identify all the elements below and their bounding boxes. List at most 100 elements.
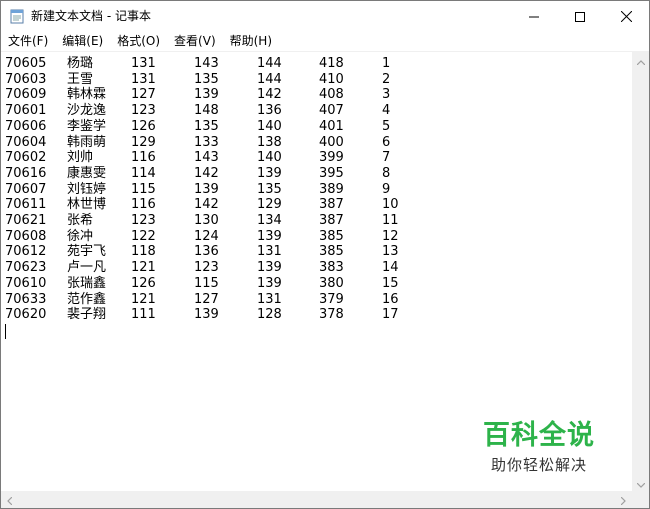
score-3: 131 bbox=[257, 244, 282, 260]
student-id: 70606 bbox=[5, 118, 47, 134]
score-1: 116 bbox=[131, 150, 156, 166]
total-score: 389 bbox=[319, 181, 344, 197]
score-1: 121 bbox=[131, 291, 156, 307]
horizontal-scrollbar[interactable] bbox=[1, 491, 632, 508]
score-3: 144 bbox=[257, 56, 282, 71]
score-2: 130 bbox=[194, 213, 219, 228]
score-2: 135 bbox=[194, 71, 219, 87]
total-score: 387 bbox=[319, 197, 344, 213]
score-3: 144 bbox=[257, 71, 282, 87]
score-1: 131 bbox=[131, 71, 156, 87]
rank: 12 bbox=[382, 228, 399, 244]
score-2: 143 bbox=[194, 56, 219, 71]
student-name: 张瑞鑫 bbox=[67, 275, 107, 291]
scroll-right-button[interactable] bbox=[615, 491, 632, 508]
text-line: 70608 徐冲 122 124 139 385 12 bbox=[1, 229, 621, 245]
text-line: 70609 韩林霖 127 139 142 408 3 bbox=[1, 87, 621, 103]
rank: 8 bbox=[382, 165, 391, 181]
total-score: 408 bbox=[319, 87, 344, 103]
score-3: 139 bbox=[257, 260, 282, 276]
student-name: 裴子翔 bbox=[67, 307, 107, 323]
notepad-icon[interactable] bbox=[10, 8, 24, 24]
text-line: 70633 范作鑫 121 127 131 379 16 bbox=[1, 292, 621, 308]
student-id: 70611 bbox=[5, 197, 47, 213]
chevron-left-icon bbox=[7, 490, 13, 509]
rank: 17 bbox=[382, 307, 399, 323]
student-name: 刘钰婷 bbox=[67, 181, 107, 197]
score-2: 139 bbox=[194, 181, 219, 197]
text-line: 70612 苑宇飞 118 136 131 385 13 bbox=[1, 244, 621, 260]
score-1: 111 bbox=[131, 307, 156, 323]
student-id: 70612 bbox=[5, 244, 47, 260]
student-id: 70621 bbox=[5, 213, 47, 228]
student-name: 刘帅 bbox=[67, 150, 94, 166]
menu-file[interactable]: 文件(F) bbox=[1, 31, 55, 51]
score-3: 131 bbox=[257, 291, 282, 307]
total-score: 410 bbox=[319, 71, 344, 87]
total-score: 387 bbox=[319, 213, 344, 228]
rank: 11 bbox=[382, 213, 399, 228]
total-score: 383 bbox=[319, 260, 344, 276]
menu-bar: 文件(F) 编辑(E) 格式(O) 查看(V) 帮助(H) bbox=[1, 31, 649, 51]
score-3: 139 bbox=[257, 228, 282, 244]
minimize-button[interactable] bbox=[511, 1, 557, 31]
minimize-icon bbox=[529, 7, 539, 26]
student-name: 苑宇飞 bbox=[67, 244, 107, 260]
total-score: 385 bbox=[319, 228, 344, 244]
maximize-icon bbox=[575, 7, 585, 26]
scroll-down-button[interactable] bbox=[632, 474, 649, 491]
close-icon bbox=[620, 7, 632, 26]
text-line: 70621 张希 123 130 134 387 11 bbox=[1, 213, 621, 229]
student-id: 70604 bbox=[5, 134, 47, 150]
score-2: 142 bbox=[194, 197, 219, 213]
score-3: 138 bbox=[257, 134, 282, 150]
score-1: 123 bbox=[131, 103, 156, 119]
score-3: 142 bbox=[257, 87, 282, 103]
menu-help[interactable]: 帮助(H) bbox=[223, 31, 279, 51]
rank: 1 bbox=[382, 56, 391, 71]
score-2: 143 bbox=[194, 150, 219, 166]
vertical-scrollbar[interactable] bbox=[632, 51, 649, 491]
student-id: 70605 bbox=[5, 56, 47, 71]
score-3: 128 bbox=[257, 307, 282, 323]
student-name: 徐冲 bbox=[67, 228, 94, 244]
title-bar[interactable]: 新建文本文档 - 记事本 bbox=[1, 1, 649, 31]
menu-format[interactable]: 格式(O) bbox=[110, 31, 167, 51]
score-1: 122 bbox=[131, 228, 156, 244]
maximize-button[interactable] bbox=[557, 1, 603, 31]
student-id: 70623 bbox=[5, 260, 47, 276]
score-2: 139 bbox=[194, 87, 219, 103]
rank: 4 bbox=[382, 103, 391, 119]
text-line: 70605 杨璐 131 143 144 418 1 bbox=[1, 56, 621, 72]
total-score: 400 bbox=[319, 134, 344, 150]
text-caret bbox=[5, 323, 6, 339]
total-score: 380 bbox=[319, 275, 344, 291]
student-name: 林世博 bbox=[67, 197, 107, 213]
score-2: 139 bbox=[194, 307, 219, 323]
menu-view[interactable]: 查看(V) bbox=[167, 31, 223, 51]
student-id: 70607 bbox=[5, 181, 47, 197]
score-1: 116 bbox=[131, 197, 156, 213]
menu-edit[interactable]: 编辑(E) bbox=[55, 31, 110, 51]
score-1: 123 bbox=[131, 213, 156, 228]
scroll-up-button[interactable] bbox=[632, 51, 649, 68]
score-1: 126 bbox=[131, 118, 156, 134]
rank: 16 bbox=[382, 291, 399, 307]
student-name: 杨璐 bbox=[67, 56, 94, 71]
score-1: 131 bbox=[131, 56, 156, 71]
rank: 13 bbox=[382, 244, 399, 260]
chevron-up-icon bbox=[636, 50, 645, 69]
total-score: 395 bbox=[319, 165, 344, 181]
score-1: 115 bbox=[131, 181, 156, 197]
student-id: 70610 bbox=[5, 275, 47, 291]
score-1: 127 bbox=[131, 87, 156, 103]
close-button[interactable] bbox=[603, 1, 649, 31]
rank: 9 bbox=[382, 181, 391, 197]
score-3: 136 bbox=[257, 103, 282, 119]
score-2: 123 bbox=[194, 260, 219, 276]
score-1: 118 bbox=[131, 244, 156, 260]
score-1: 121 bbox=[131, 260, 156, 276]
total-score: 385 bbox=[319, 244, 344, 260]
score-3: 139 bbox=[257, 165, 282, 181]
scroll-left-button[interactable] bbox=[1, 491, 18, 508]
